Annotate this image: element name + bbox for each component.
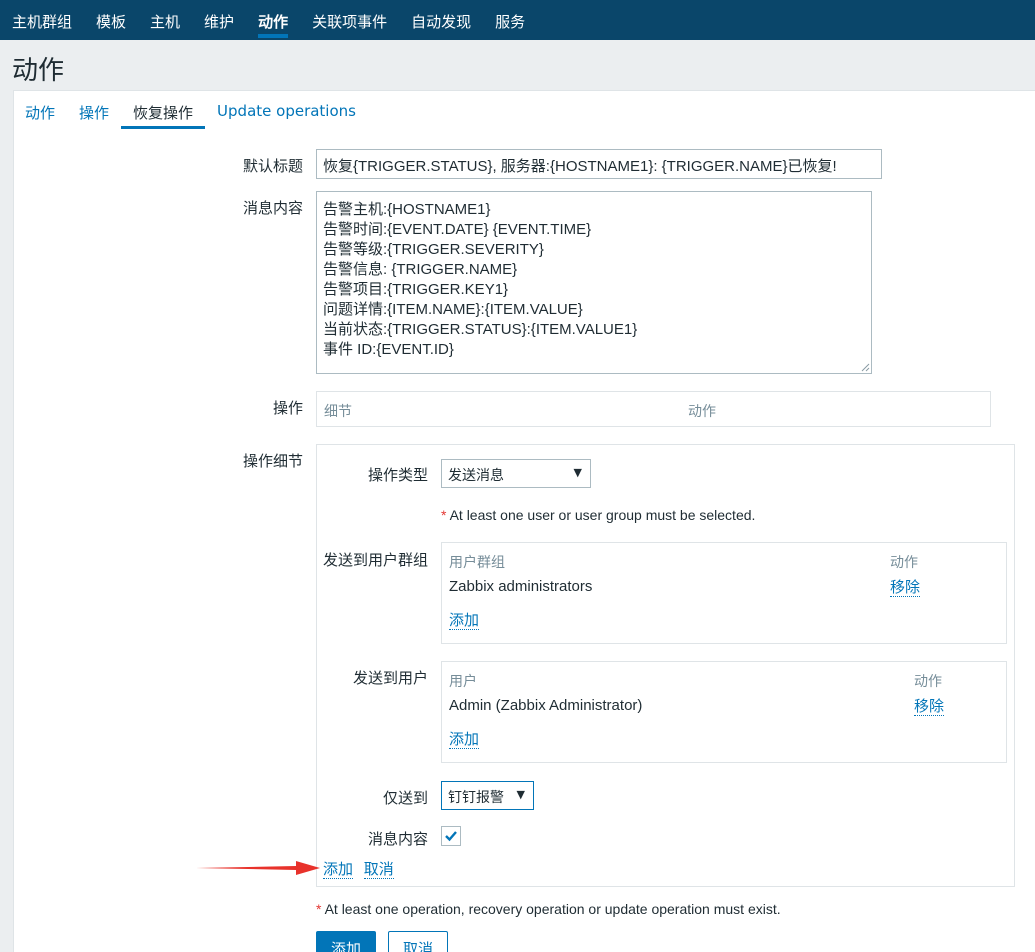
send-to-users-label: 发送到用户 [352, 669, 428, 687]
message-line: 事件 ID:{EVENT.ID} [323, 341, 454, 358]
nav-maintenance[interactable]: 维护 [204, 0, 234, 40]
user-group-name: Zabbix administrators [449, 578, 593, 595]
message-label: 消息内容 [242, 199, 303, 217]
resize-grip-icon[interactable] [860, 362, 870, 372]
operations-label: 操作 [272, 399, 303, 417]
add-group-link[interactable]: 添加 [449, 611, 480, 630]
operation-type-select[interactable]: 发送消息 ▼ [441, 459, 591, 488]
message-line: 告警时间:{EVENT.DATE} {EVENT.TIME} [323, 221, 592, 238]
submit-add-button[interactable]: 添加 [316, 931, 377, 952]
send-to-groups-label: 发送到用户群组 [322, 551, 428, 569]
user-groups-table: 用户群组 动作 Zabbix administrators 移除 添加 [441, 542, 1007, 644]
operation-required-message: * At least one operation, recovery opera… [316, 901, 781, 917]
nav-hosts[interactable]: 主机 [150, 0, 180, 40]
nav-discovery[interactable]: 自动发现 [411, 0, 471, 40]
nav-host-groups[interactable]: 主机群组 [12, 0, 72, 40]
media-type-value: 钉钉报警 [448, 790, 504, 806]
remove-user-link[interactable]: 移除 [914, 697, 945, 716]
message-line: 告警信息: {TRIGGER.NAME} [323, 261, 518, 278]
nav-actions[interactable]: 动作 [258, 0, 289, 40]
message-line: 告警等级:{TRIGGER.SEVERITY} [323, 241, 544, 258]
nav-event-correlation[interactable]: 关联项事件 [312, 0, 387, 40]
required-asterisk-icon: * [316, 901, 322, 917]
users-table: 用户 动作 Admin (Zabbix Administrator) 移除 添加 [441, 661, 1007, 763]
top-navigation: 主机群组 模板 主机 维护 动作 关联项事件 自动发现 服务 [0, 0, 1035, 40]
operation-required-text: At least one operation, recovery operati… [324, 901, 781, 917]
dropdown-arrow-icon: ▼ [516, 788, 525, 801]
column-header-action: 动作 [890, 555, 918, 571]
message-textarea[interactable]: 告警主机:{HOSTNAME1} 告警时间:{EVENT.DATE} {EVEN… [316, 191, 872, 374]
message-line: 当前状态:{TRIGGER.STATUS}:{ITEM.VALUE1} [323, 321, 638, 338]
user-required-message: * At least one user or user group must b… [441, 507, 755, 523]
required-asterisk-icon: * [441, 507, 447, 523]
column-header-action: 动作 [914, 674, 942, 690]
column-header-details: 细节 [324, 404, 352, 420]
page-title: 动作 [12, 56, 65, 86]
add-user-link[interactable]: 添加 [449, 730, 480, 749]
message-line: 问题详情:{ITEM.NAME}:{ITEM.VALUE} [323, 301, 583, 318]
cancel-operation-link[interactable]: 取消 [363, 860, 394, 879]
remove-group-link[interactable]: 移除 [890, 578, 921, 597]
send-only-to-label: 仅送到 [382, 789, 428, 807]
dropdown-arrow-icon: ▼ [573, 466, 582, 479]
default-message-label: 消息内容 [367, 830, 428, 848]
tab-bar: 动作 操作 恢复操作 Update operations [13, 91, 368, 129]
annotation-arrow-icon [196, 861, 320, 875]
nav-templates[interactable]: 模板 [96, 0, 126, 40]
user-required-text: At least one user or user group must be … [449, 507, 756, 523]
tab-update-operations[interactable]: Update operations [205, 91, 368, 129]
operation-details-label: 操作细节 [242, 452, 303, 470]
detail-actions: 添加 取消 [323, 860, 400, 879]
user-name: Admin (Zabbix Administrator) [449, 697, 643, 714]
cancel-button[interactable]: 取消 [388, 931, 449, 952]
operation-type-value: 发送消息 [448, 468, 504, 484]
message-line: 告警主机:{HOSTNAME1} [323, 201, 491, 218]
tab-operations[interactable]: 操作 [67, 91, 121, 129]
column-header-user: 用户 [449, 674, 477, 690]
media-type-select[interactable]: 钉钉报警 ▼ [441, 781, 534, 810]
column-header-user-group: 用户群组 [449, 555, 505, 571]
default-message-checkbox[interactable] [441, 826, 461, 846]
operation-type-label: 操作类型 [367, 466, 428, 484]
add-operation-link[interactable]: 添加 [323, 860, 354, 879]
message-line: 告警项目:{TRIGGER.KEY1} [323, 281, 509, 298]
subject-input[interactable]: 恢复{TRIGGER.STATUS}, 服务器:{HOSTNAME1}: {TR… [316, 149, 882, 179]
tab-action[interactable]: 动作 [13, 91, 67, 129]
tab-recovery-operations[interactable]: 恢复操作 [121, 91, 206, 129]
checkmark-icon [445, 831, 457, 842]
nav-services[interactable]: 服务 [495, 0, 525, 40]
column-header-action: 动作 [688, 404, 716, 420]
operations-table: 细节 动作 [316, 391, 991, 427]
subject-label: 默认标题 [242, 157, 303, 175]
